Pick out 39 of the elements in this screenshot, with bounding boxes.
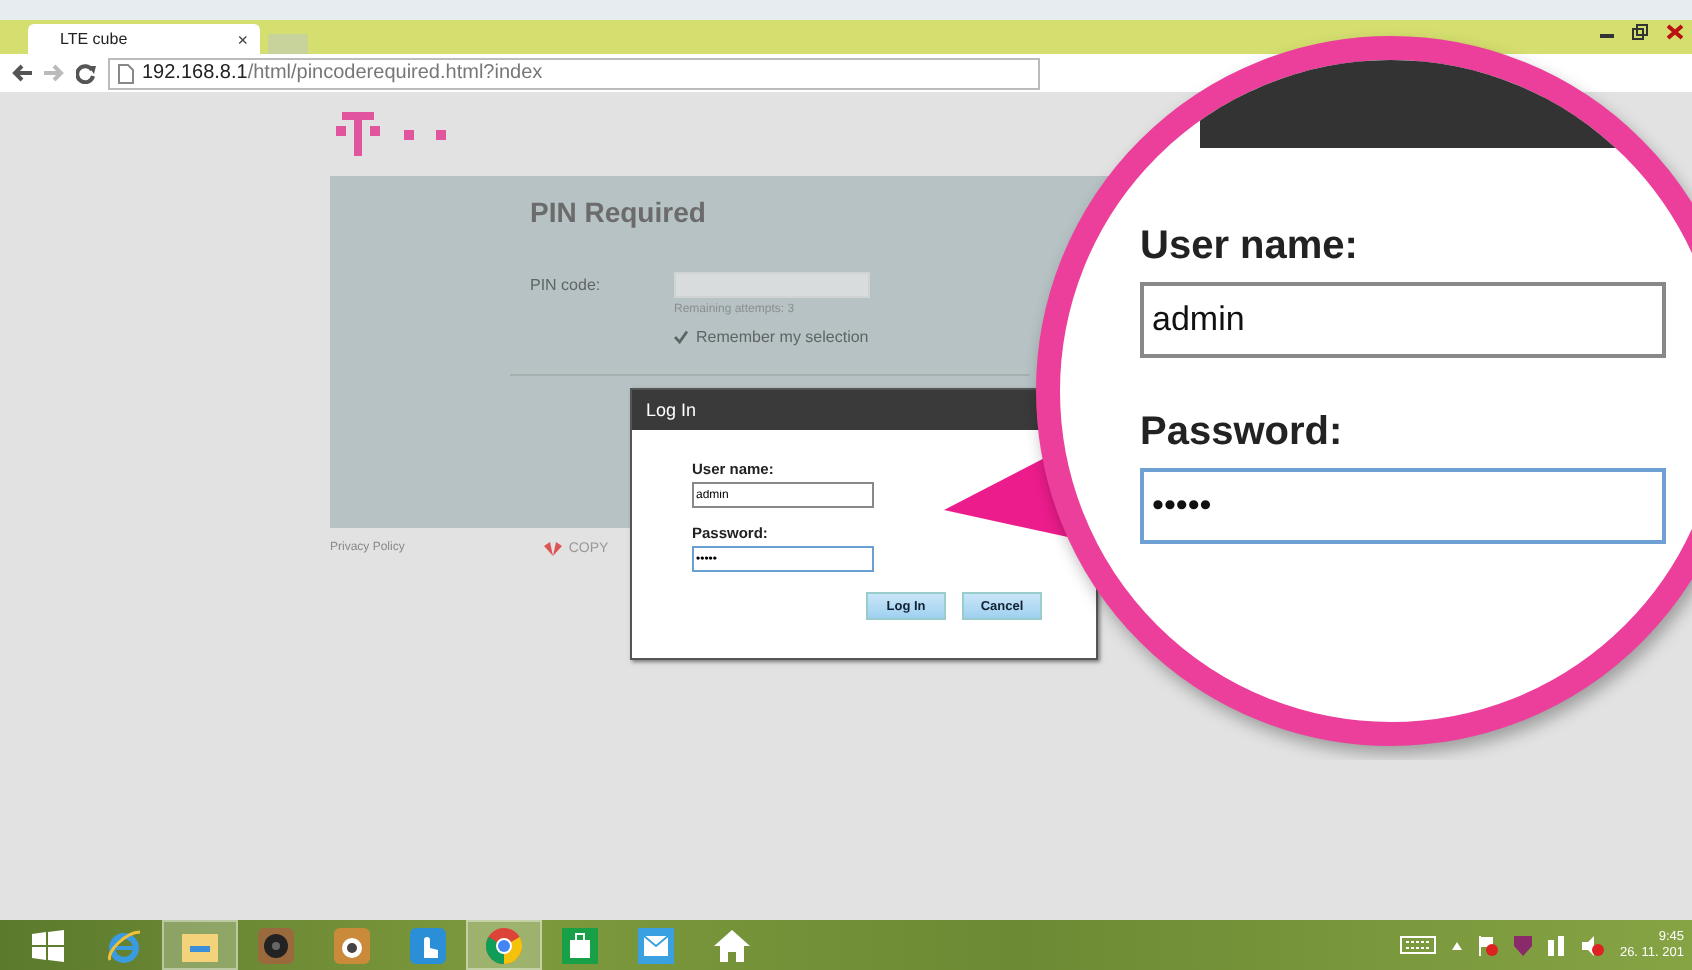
username-label: User name:	[1140, 224, 1360, 270]
restore-icon[interactable]	[1632, 24, 1648, 40]
url-text[interactable]: 192.168.8.1/html/pincoderequired.html?index	[142, 62, 543, 84]
browser-e-icon	[106, 927, 142, 963]
shopping-bag-icon	[562, 927, 598, 963]
network-icon[interactable]	[1547, 935, 1566, 955]
browser-tab[interactable]: LTE cube ×	[28, 24, 260, 54]
taskbar-button[interactable]	[466, 920, 542, 970]
pin-code-field[interactable]	[674, 272, 870, 298]
windows-start-icon	[32, 929, 64, 961]
shield-icon[interactable]	[1513, 935, 1532, 955]
page-title: PIN Required	[530, 196, 708, 228]
password-label: Password:	[1140, 410, 1345, 456]
flower-logo-icon	[544, 541, 563, 555]
pin-code-label: PIN code:	[530, 276, 603, 294]
remember-checkbox[interactable]	[674, 330, 688, 344]
house-icon	[714, 929, 750, 961]
remember-label: Remember my selection	[696, 328, 869, 346]
taskbar-button[interactable]	[162, 920, 238, 970]
address-bar[interactable]: 192.168.8.1/html/pincoderequired.html?index	[108, 57, 1040, 89]
page-icon	[118, 63, 134, 83]
keyboard-icon[interactable]	[1399, 936, 1436, 954]
username-field[interactable]: admin	[1140, 282, 1666, 358]
caret-icon[interactable]	[1451, 941, 1462, 949]
folder-icon	[182, 929, 218, 961]
close-icon[interactable]	[1666, 24, 1684, 40]
tab-title[interactable]: LTE cube	[60, 30, 128, 48]
speaker-muted-icon[interactable]	[1581, 935, 1604, 955]
reload-icon[interactable]	[76, 63, 96, 83]
camera-icon	[334, 927, 370, 963]
forward-icon[interactable]	[44, 64, 64, 82]
speaker-icon	[258, 927, 294, 963]
hand-icon	[410, 927, 446, 963]
chrome-icon	[486, 927, 522, 963]
flag-icon[interactable]	[1477, 935, 1498, 955]
tab-close-button[interactable]: ×	[237, 29, 248, 49]
password-field[interactable]: •••••	[1140, 468, 1666, 544]
back-icon[interactable]	[12, 64, 32, 82]
mail-icon	[638, 927, 674, 963]
